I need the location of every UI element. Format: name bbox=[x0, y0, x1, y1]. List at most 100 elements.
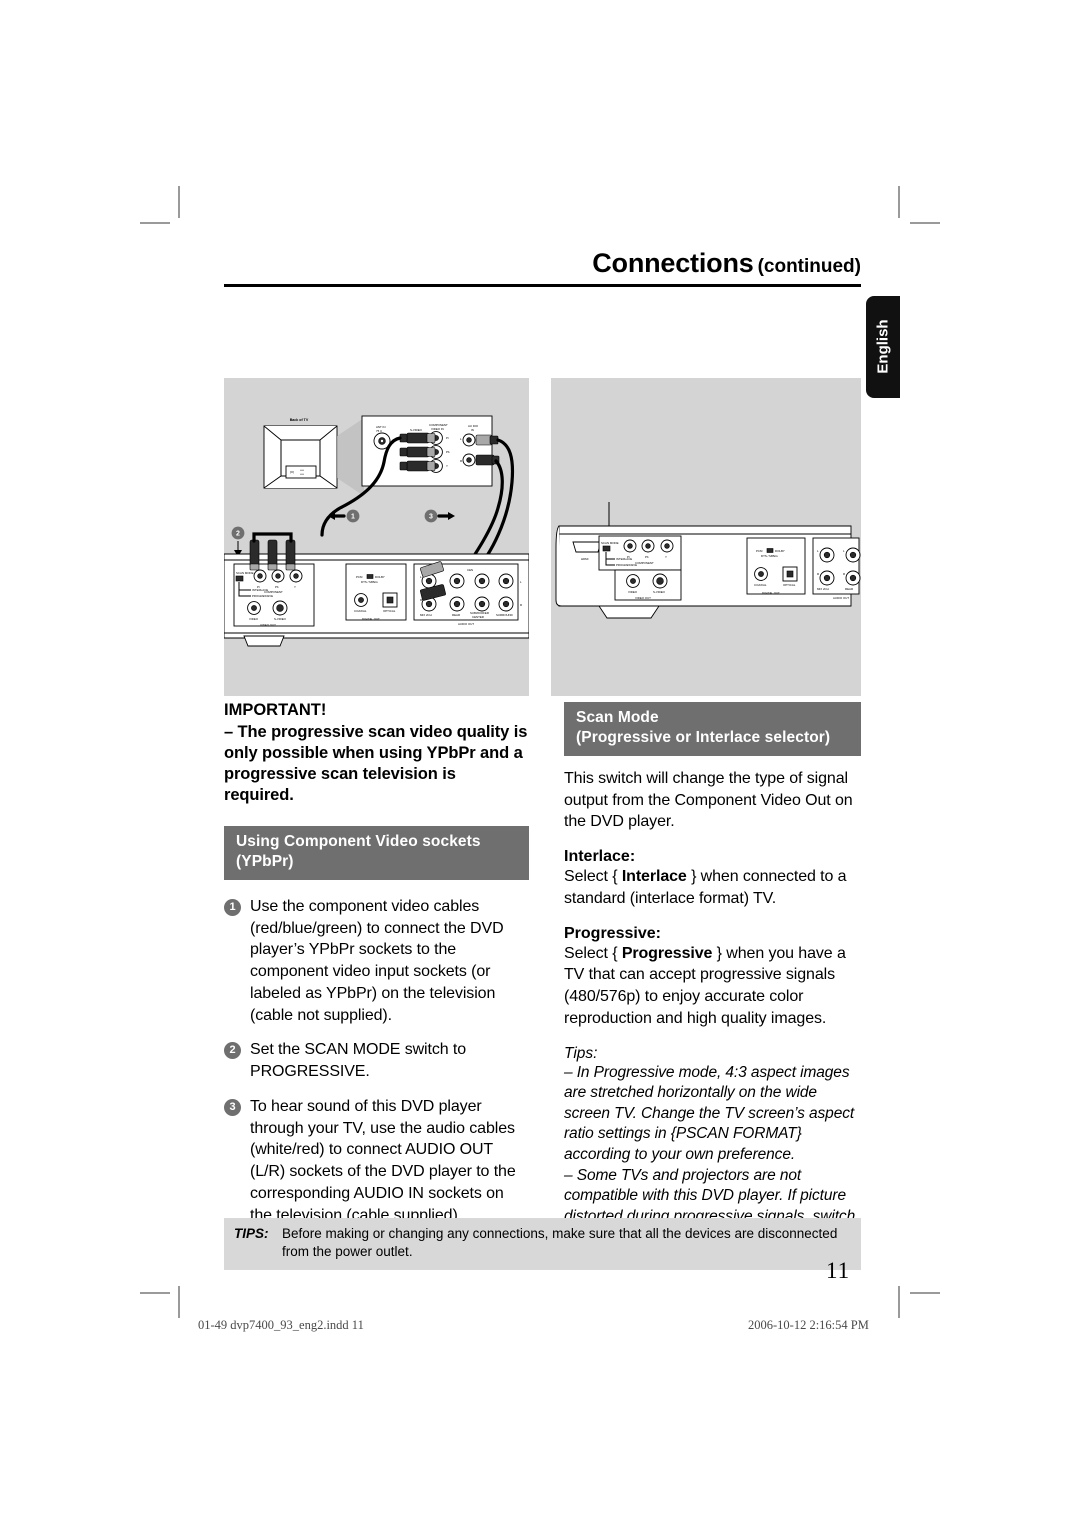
svg-text:DTS / MPEG: DTS / MPEG bbox=[761, 554, 778, 558]
footer-tips-bar: TIPS: Before making or changing any conn… bbox=[224, 1218, 861, 1271]
svg-text:DOLBY: DOLBY bbox=[375, 575, 385, 579]
tv-illustration: Back of TV [O] •••• •••• bbox=[263, 418, 338, 489]
footer-tips-inner: TIPS: Before making or changing any conn… bbox=[224, 1225, 861, 1261]
svg-text:VIDEO OUT: VIDEO OUT bbox=[635, 596, 651, 600]
svg-text:OPTICAL: OPTICAL bbox=[383, 609, 396, 613]
interlace-heading: Interlace: bbox=[564, 848, 636, 866]
svg-text:COMPONENT: COMPONENT bbox=[635, 561, 654, 565]
svg-text:DTS / MPEG: DTS / MPEG bbox=[361, 580, 378, 584]
svg-text:DIGITAL OUT: DIGITAL OUT bbox=[762, 591, 780, 595]
svg-text:••••: •••• bbox=[300, 472, 304, 476]
svg-text:MIX 2CH: MIX 2CH bbox=[420, 613, 432, 617]
footer-tips-text: Before making or changing any connection… bbox=[282, 1226, 838, 1260]
svg-text:HDMI: HDMI bbox=[581, 557, 589, 561]
svg-text:R: R bbox=[843, 572, 845, 576]
svg-text:R: R bbox=[420, 598, 422, 602]
svg-text:OPTICAL: OPTICAL bbox=[783, 583, 796, 587]
page-title: Connections (continued) bbox=[224, 248, 861, 279]
svg-text:VIDEO IN: VIDEO IN bbox=[431, 427, 444, 431]
tv-rear-panel: ANT IN 75 U COMPONENT VIDEO IN Pr Pb Y S… bbox=[361, 415, 500, 487]
step-text: Set the SCAN MODE switch to PROGRESSIVE. bbox=[250, 1041, 467, 1081]
svg-text:PCM: PCM bbox=[356, 575, 363, 579]
crop-mark-bottom-right-horizontal bbox=[910, 1292, 940, 1294]
svg-text:S-VIDEO: S-VIDEO bbox=[653, 590, 666, 594]
step-number: 2 bbox=[224, 1042, 241, 1060]
list-item: 2 Set the SCAN MODE switch to PROGRESSIV… bbox=[224, 1039, 529, 1083]
crop-mark-top-left-horizontal bbox=[140, 222, 170, 224]
svg-text:PROGRESSIVE: PROGRESSIVE bbox=[616, 563, 637, 567]
interlace-body-bold: Interlace bbox=[621, 868, 687, 886]
language-tab-label: English bbox=[874, 319, 892, 374]
crop-mark-bottom-right-vertical bbox=[898, 1286, 900, 1318]
figure-scan-mode-switch-location: .ln2{fill:none;stroke:#000;stroke-width:… bbox=[551, 378, 861, 696]
step-text: To hear sound of this DVD player through… bbox=[250, 1097, 516, 1224]
important-heading: IMPORTANT! bbox=[224, 701, 327, 719]
svg-text:SCAN MODE: SCAN MODE bbox=[601, 541, 619, 545]
svg-text:S-VIDEO: S-VIDEO bbox=[274, 617, 287, 621]
list-item: 1 Use the component video cables (red/bl… bbox=[224, 896, 529, 1027]
left-text-column: IMPORTANT! – The progressive scan video … bbox=[224, 702, 529, 1239]
page-title-continued: (continued) bbox=[757, 256, 861, 277]
progressive-body-bold: Progressive bbox=[621, 944, 713, 962]
dvd-player-rear-panel-right: HDMI SCAN MODE INTERLACE PROGRESSIVE Pr … bbox=[555, 525, 861, 619]
svg-text:1: 1 bbox=[351, 514, 355, 521]
svg-text:Pr: Pr bbox=[257, 585, 260, 589]
svg-text:SCAN MODE: SCAN MODE bbox=[236, 571, 254, 575]
svg-text:VIDEO: VIDEO bbox=[628, 590, 638, 594]
svg-text:Pr: Pr bbox=[627, 555, 630, 559]
imprint-filename: 01-49 dvp7400_93_eng2.indd 11 bbox=[198, 1318, 364, 1332]
svg-text:[O]: [O] bbox=[290, 470, 294, 474]
progressive-body-pre: Select { bbox=[564, 944, 622, 962]
svg-text:R: R bbox=[520, 603, 522, 607]
svg-text:Pr: Pr bbox=[446, 436, 449, 440]
svg-text:R: R bbox=[817, 572, 819, 576]
crop-mark-bottom-left-vertical bbox=[178, 1286, 180, 1318]
svg-text:Y: Y bbox=[294, 585, 296, 589]
svg-text:SURROUND: SURROUND bbox=[496, 613, 513, 617]
step-number: 3 bbox=[224, 1098, 241, 1116]
svg-text:REAR: REAR bbox=[452, 613, 460, 617]
dvd-player-rear-panel: SCAN MODE INTERLACE PROGRESSIVE Pr Pb Y … bbox=[224, 532, 529, 647]
svg-text:PROGRESSIVE: PROGRESSIVE bbox=[252, 594, 273, 598]
svg-text:COAXIAL: COAXIAL bbox=[354, 609, 367, 613]
svg-text:Y: Y bbox=[665, 555, 667, 559]
svg-text:Pb: Pb bbox=[446, 450, 450, 454]
svg-text:Back of TV: Back of TV bbox=[290, 418, 309, 422]
svg-text:R: R bbox=[460, 459, 462, 463]
figure-component-video-connection: .ln{fill:none;stroke:#000;stroke-width:1… bbox=[224, 378, 529, 696]
svg-text:COAXIAL: COAXIAL bbox=[754, 583, 767, 587]
svg-text:Pb: Pb bbox=[645, 555, 649, 559]
important-body: – The progressive scan video quality is … bbox=[224, 722, 528, 804]
language-tab-english: English bbox=[866, 296, 900, 398]
svg-text:AUDIO OUT: AUDIO OUT bbox=[458, 622, 474, 626]
svg-text:AUDIO OUT: AUDIO OUT bbox=[833, 596, 849, 600]
crop-mark-top-left-vertical bbox=[178, 186, 180, 218]
svg-text:2: 2 bbox=[236, 531, 240, 538]
svg-text:DOLBY: DOLBY bbox=[775, 549, 785, 553]
tip-item-1: – In Progressive mode, 4:3 aspect images… bbox=[564, 1063, 855, 1164]
svg-text:3: 3 bbox=[429, 514, 433, 521]
crop-mark-top-right-horizontal bbox=[910, 222, 940, 224]
svg-text:Pb: Pb bbox=[275, 585, 279, 589]
svg-text:REAR: REAR bbox=[845, 587, 853, 591]
svg-text:MIX 2CH: MIX 2CH bbox=[817, 587, 829, 591]
svg-text:IN: IN bbox=[471, 428, 474, 432]
scan-mode-band-line1: Scan Mode bbox=[576, 709, 659, 726]
svg-text:S-VIDEO: S-VIDEO bbox=[410, 428, 423, 432]
page-number: 11 bbox=[826, 1258, 851, 1283]
svg-text:PCM: PCM bbox=[756, 549, 763, 553]
svg-text:CEN: CEN bbox=[467, 568, 473, 572]
imprint-timestamp: 2006-10-12 2:16:54 PM bbox=[748, 1318, 869, 1332]
svg-text:DIGITAL OUT: DIGITAL OUT bbox=[362, 617, 380, 621]
section-band-scan-mode: Scan Mode (Progressive or Interlace sele… bbox=[564, 702, 861, 756]
progressive-body: Select { Progressive } when you have a T… bbox=[564, 943, 861, 1030]
svg-text:VIDEO OUT: VIDEO OUT bbox=[260, 623, 276, 627]
progressive-heading: Progressive: bbox=[564, 924, 661, 942]
svg-text:COMPONENT: COMPONENT bbox=[264, 590, 283, 594]
interlace-body: Select { Interlace } when connected to a… bbox=[564, 866, 861, 910]
steps-list: 1 Use the component video cables (red/bl… bbox=[224, 896, 529, 1227]
scan-mode-band-line2: (Progressive or Interlace selector) bbox=[576, 729, 831, 747]
interlace-body-pre: Select { bbox=[564, 868, 622, 886]
crop-mark-bottom-left-horizontal bbox=[140, 1292, 170, 1294]
header-divider bbox=[224, 284, 861, 287]
